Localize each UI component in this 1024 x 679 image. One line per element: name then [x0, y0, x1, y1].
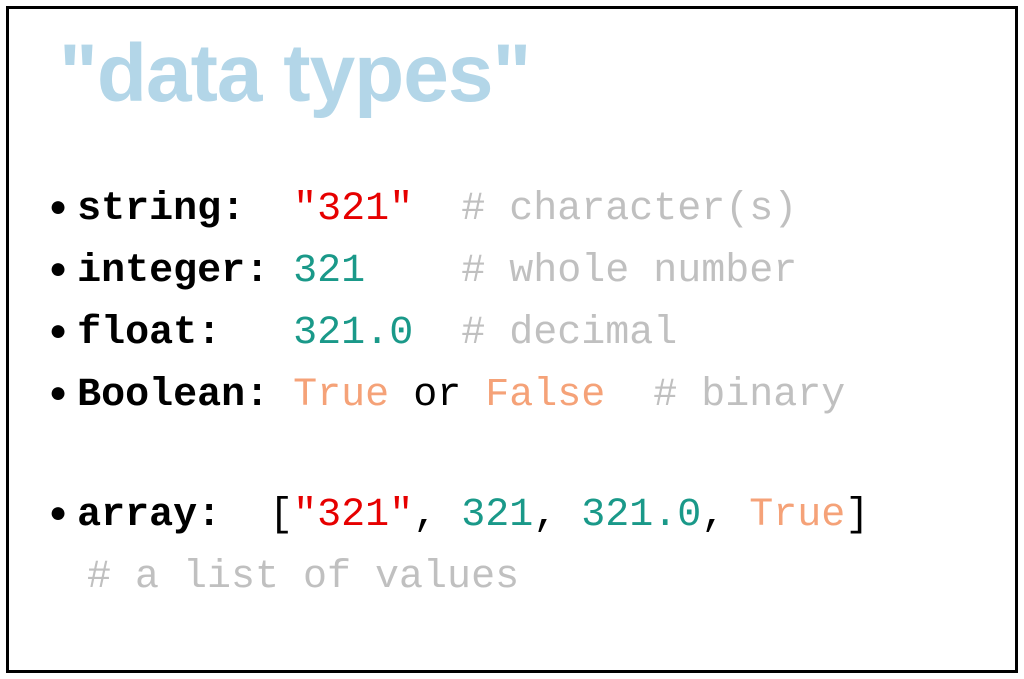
- bullet-icon: ●: [49, 371, 67, 415]
- label-string: string:: [77, 181, 293, 239]
- label-array: array:: [77, 487, 269, 545]
- comment-string: # character(s): [461, 181, 797, 239]
- array-item2: 321: [461, 487, 533, 545]
- pad: [413, 181, 461, 239]
- array-item4: True: [749, 487, 845, 545]
- label-boolean: Boolean:: [77, 367, 293, 425]
- slide-title: "data types": [59, 27, 975, 121]
- label-float: float:: [77, 305, 293, 363]
- comment-float: # decimal: [461, 305, 677, 363]
- value-integer: 321: [293, 243, 365, 301]
- bullet-icon: ●: [49, 247, 67, 291]
- row-array: ● array: ["321", 321, 321.0, True]: [49, 487, 975, 545]
- sep: ,: [701, 487, 749, 545]
- comment-boolean: # binary: [653, 367, 845, 425]
- bullet-icon: ●: [49, 491, 67, 535]
- comment-array: # a list of values: [87, 549, 975, 607]
- value-true: True: [293, 367, 389, 425]
- value-float: 321.0: [293, 305, 413, 363]
- content-area: ● string: "321" # character(s) ● integer…: [49, 181, 975, 607]
- bracket-close: ]: [845, 487, 869, 545]
- bullet-icon: ●: [49, 185, 67, 229]
- slide-container: "data types" ● string: "321" # character…: [6, 6, 1018, 673]
- bullet-icon: ●: [49, 309, 67, 353]
- row-boolean: ● Boolean: True or False # binary: [49, 367, 975, 425]
- or-text: or: [389, 367, 485, 425]
- pad: [413, 305, 461, 363]
- value-string: "321": [293, 181, 413, 239]
- pad: [365, 243, 461, 301]
- sep: ,: [533, 487, 581, 545]
- pad: [605, 367, 653, 425]
- label-integer: integer:: [77, 243, 293, 301]
- value-false: False: [485, 367, 605, 425]
- spacer: [49, 429, 975, 487]
- row-integer: ● integer: 321 # whole number: [49, 243, 975, 301]
- bracket-open: [: [269, 487, 293, 545]
- sep: ,: [413, 487, 461, 545]
- row-float: ● float: 321.0 # decimal: [49, 305, 975, 363]
- array-item1: "321": [293, 487, 413, 545]
- comment-integer: # whole number: [461, 243, 797, 301]
- array-item3: 321.0: [581, 487, 701, 545]
- row-string: ● string: "321" # character(s): [49, 181, 975, 239]
